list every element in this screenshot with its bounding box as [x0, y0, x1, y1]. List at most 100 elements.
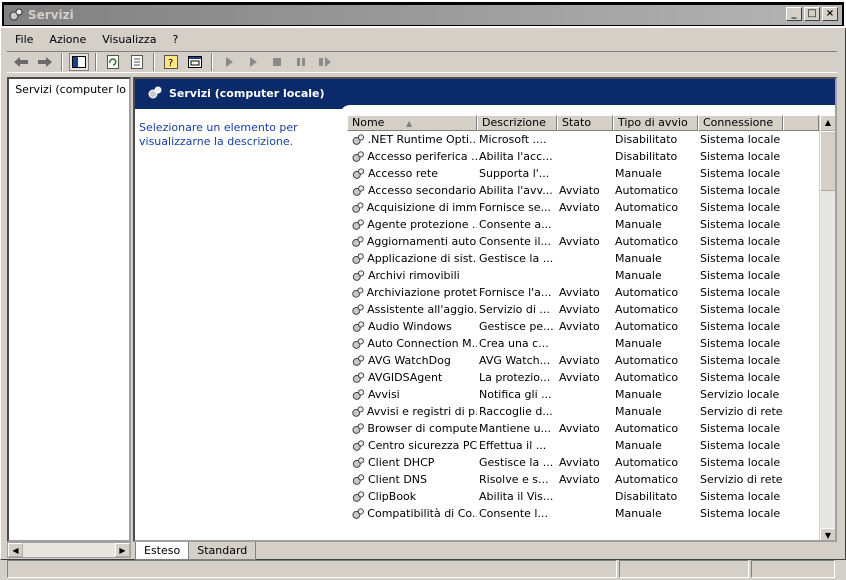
cell-startup-type: Manuale [613, 388, 698, 401]
column-header-name[interactable]: Nome ▲ [347, 115, 477, 131]
service-gear-icon [351, 371, 366, 385]
cell-status: Avviato [557, 320, 613, 333]
show-tree-button[interactable] [69, 53, 89, 71]
cell-startup-type: Automatico [613, 473, 698, 486]
start-alt-button[interactable] [243, 53, 263, 71]
help-button[interactable]: ? [161, 53, 181, 71]
service-gear-icon [351, 337, 365, 351]
column-header-startup-type[interactable]: Tipo di avvio [613, 115, 698, 131]
table-row[interactable]: Audio WindowsGestisce pe...AvviatoAutoma… [347, 318, 835, 335]
service-gear-icon [351, 269, 366, 283]
table-row[interactable]: Compatibilità di Co...Consente l...Manua… [347, 505, 835, 522]
table-vertical-scrollbar[interactable]: ▲ ▼ [819, 115, 835, 542]
service-name-label: Archivi rimovibili [368, 269, 460, 282]
table-row[interactable]: .NET Runtime Opti...Microsoft ....Disabi… [347, 131, 835, 148]
table-row[interactable]: Accesso secondarioAbilita l'avv...Avviat… [347, 182, 835, 199]
service-gear-icon [351, 201, 365, 215]
cell-description: La protezio... [477, 371, 557, 384]
service-gear-icon [351, 150, 365, 164]
cell-logon: Sistema locale [698, 133, 783, 146]
cell-startup-type: Automatico [613, 235, 698, 248]
menu-file[interactable]: File [7, 33, 41, 46]
toolbar-separator [211, 53, 213, 71]
export-icon [130, 55, 144, 69]
cell-name: Aggiornamenti auto... [347, 235, 477, 249]
minimize-button[interactable]: _ [786, 7, 802, 21]
cell-name: .NET Runtime Opti... [347, 133, 477, 147]
toolbar: ? [7, 51, 837, 73]
service-name-label: Accesso secondario [368, 184, 476, 197]
back-button[interactable] [11, 53, 31, 71]
tree-item-label: Servizi (computer lo [15, 83, 126, 96]
cell-status: Avviato [557, 235, 613, 248]
table-row[interactable]: Client DNSRisolve e s...AvviatoAutomatic… [347, 471, 835, 488]
maximize-button[interactable]: □ [804, 7, 820, 21]
table-row[interactable]: AVGIDSAgentLa protezio...AvviatoAutomati… [347, 369, 835, 386]
tree-horizontal-scrollbar[interactable]: ◀ ▶ [7, 542, 131, 558]
table-row[interactable]: Applicazione di sist...Gestisce la ...Ma… [347, 250, 835, 267]
cell-startup-type: Manuale [613, 218, 698, 231]
table-row[interactable]: Archiviazione protettaFornisce l'a...Avv… [347, 284, 835, 301]
service-gear-icon [351, 422, 365, 436]
table-row[interactable]: AvvisiNotifica gli ...ManualeServizio lo… [347, 386, 835, 403]
table-row[interactable]: Archivi rimovibiliManualeSistema locale [347, 267, 835, 284]
export-button[interactable] [127, 53, 147, 71]
stop-button[interactable] [267, 53, 287, 71]
cell-startup-type: Manuale [613, 167, 698, 180]
table-row[interactable]: Acquisizione di imm...Fornisce se...Avvi… [347, 199, 835, 216]
menu-visualizza[interactable]: Visualizza [94, 33, 164, 46]
table-row[interactable]: Aggiornamenti auto...Consente il...Avvia… [347, 233, 835, 250]
table-row[interactable]: Centro sicurezza PCEffettua il ...Manual… [347, 437, 835, 454]
scrollbar-thumb[interactable] [820, 131, 835, 191]
column-header-description[interactable]: Descrizione [477, 115, 557, 131]
status-pane [751, 560, 835, 578]
table-row[interactable]: Accesso periferica ...Abilita l'acc...Di… [347, 148, 835, 165]
cell-name: Accesso rete [347, 167, 477, 181]
menu-help[interactable]: ? [164, 33, 186, 46]
table-row[interactable]: Agente protezione ...Consente a...Manual… [347, 216, 835, 233]
tree-item-services[interactable]: Servizi (computer lo [9, 79, 129, 99]
column-header-logon[interactable]: Connessione [698, 115, 783, 131]
table-row[interactable]: Assistente all'aggio...Servizio di ...Av… [347, 301, 835, 318]
cell-name: Accesso secondario [347, 184, 477, 198]
cell-status: Avviato [557, 184, 613, 197]
cell-logon: Sistema locale [698, 235, 783, 248]
service-gear-icon [351, 167, 366, 181]
table-row[interactable]: Avvisi e registri di p...Raccoglie d...M… [347, 403, 835, 420]
properties-button[interactable] [185, 53, 205, 71]
cell-description: Consente a... [477, 218, 557, 231]
refresh-button[interactable] [103, 53, 123, 71]
column-header-status[interactable]: Stato [557, 115, 613, 131]
scroll-left-arrow-icon[interactable]: ◀ [8, 543, 23, 557]
cell-logon: Sistema locale [698, 303, 783, 316]
cell-description: Servizio di ... [477, 303, 557, 316]
cell-logon: Sistema locale [698, 422, 783, 435]
pause-button[interactable] [291, 53, 311, 71]
table-row[interactable]: Accesso reteSupporta l'...ManualeSistema… [347, 165, 835, 182]
table-row[interactable]: AVG WatchDogAVG Watch...AvviatoAutomatic… [347, 352, 835, 369]
scroll-down-arrow-icon[interactable]: ▼ [820, 528, 835, 542]
table-row[interactable]: ClipBookAbilita il Vis...DisabilitatoSis… [347, 488, 835, 505]
forward-button[interactable] [35, 53, 55, 71]
scroll-right-arrow-icon[interactable]: ▶ [115, 543, 130, 557]
cell-logon: Sistema locale [698, 252, 783, 265]
details-pane: Servizi (computer locale) Selezionare un… [133, 77, 837, 542]
restart-button[interactable] [315, 53, 335, 71]
start-button[interactable] [219, 53, 239, 71]
table-row[interactable]: Auto Connection M...Crea una c...Manuale… [347, 335, 835, 352]
table-row[interactable]: Browser di computerMantiene u...AvviatoA… [347, 420, 835, 437]
close-button[interactable]: × [822, 7, 838, 21]
tab-extended[interactable]: Esteso [135, 542, 189, 560]
title-bar-inner: Servizi _ □ × [4, 5, 842, 25]
service-name-label: Audio Windows [368, 320, 452, 333]
play-alt-icon [248, 57, 258, 67]
menu-azione[interactable]: Azione [41, 33, 94, 46]
svg-text:?: ? [168, 58, 173, 69]
cell-startup-type: Manuale [613, 252, 698, 265]
scroll-up-arrow-icon[interactable]: ▲ [820, 115, 835, 131]
tab-standard[interactable]: Standard [188, 542, 256, 560]
cell-status: Avviato [557, 422, 613, 435]
cell-description: Fornisce l'a... [477, 286, 557, 299]
table-row[interactable]: Client DHCPGestisce la ...AvviatoAutomat… [347, 454, 835, 471]
cell-name: Compatibilità di Co... [347, 507, 477, 521]
